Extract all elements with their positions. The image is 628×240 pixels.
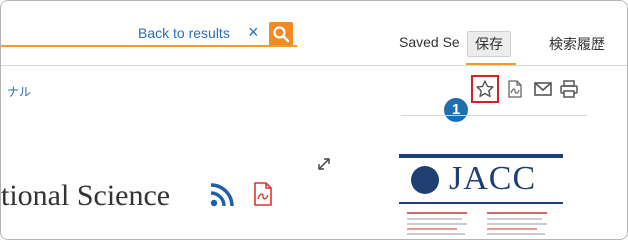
journal-title: tional Science: [1, 179, 171, 212]
rss-icon[interactable]: [208, 181, 236, 209]
journal-logo-icon: [411, 166, 439, 194]
cover-text-lines: [407, 212, 547, 235]
cover-bar: [399, 202, 563, 204]
star-icon[interactable]: [475, 79, 495, 99]
mail-icon[interactable]: [533, 79, 553, 99]
page-frame: Back to results × Saved Se 保存 検索履歴 ナル 1: [0, 0, 628, 240]
journal-link[interactable]: ナル: [7, 83, 31, 100]
top-navigation: Back to results × Saved Se 保存 検索履歴: [1, 1, 627, 65]
search-icon: [273, 26, 290, 43]
callout-badge: 1: [444, 98, 468, 122]
results-accent-line: [1, 45, 297, 47]
saved-searches-link[interactable]: Saved Se: [399, 34, 460, 50]
pdf-icon[interactable]: [505, 79, 525, 99]
back-to-results-link[interactable]: Back to results: [138, 25, 230, 41]
save-tooltip: 保存: [467, 31, 511, 57]
pdf-icon[interactable]: [251, 181, 275, 207]
divider: [401, 115, 587, 116]
search-button[interactable]: [269, 22, 293, 46]
journal-cover-image: JACC: [399, 154, 563, 239]
cover-journal-name: JACC: [449, 160, 537, 197]
search-history-link[interactable]: 検索履歴: [549, 34, 605, 54]
close-icon[interactable]: ×: [248, 23, 259, 41]
divider: [1, 65, 627, 66]
expand-icon[interactable]: [316, 156, 332, 172]
print-icon[interactable]: [559, 79, 579, 99]
cover-bar: [399, 154, 563, 158]
